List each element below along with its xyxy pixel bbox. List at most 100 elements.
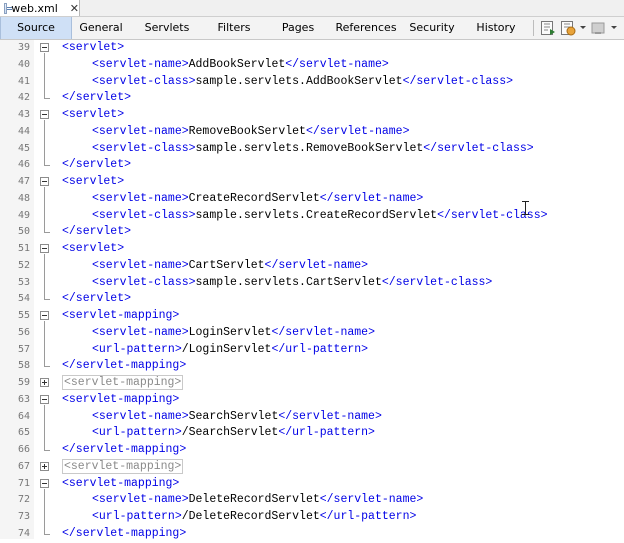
xml-tag: </servlet-class> bbox=[423, 141, 534, 155]
forward-history-icon[interactable] bbox=[560, 20, 576, 36]
collapsed-block[interactable]: <servlet-mapping> bbox=[62, 375, 184, 390]
collapse-fold-icon[interactable] bbox=[40, 244, 49, 253]
tab-servlets[interactable]: Servlets bbox=[136, 17, 198, 39]
text-cursor-icon bbox=[522, 201, 529, 215]
collapse-fold-icon[interactable] bbox=[40, 177, 49, 186]
line-number: 40 bbox=[17, 58, 30, 70]
code-text: <servlet-name>SearchServlet</servlet-nam… bbox=[92, 409, 382, 426]
line-number: 54 bbox=[17, 293, 30, 305]
tag-value: /SearchServlet bbox=[181, 426, 279, 440]
collapse-fold-icon[interactable] bbox=[40, 478, 49, 488]
code-line[interactable]: 43 <servlet> bbox=[0, 107, 624, 124]
code-line[interactable]: 71 <servlet-mapping> bbox=[0, 476, 624, 493]
tag-value: sample.servlets.CartServlet bbox=[195, 275, 382, 289]
code-line[interactable]: 66 </servlet-mapping> bbox=[0, 442, 624, 459]
xml-tag: </servlet-name> bbox=[319, 191, 424, 205]
code-line[interactable]: 53 <servlet-class>sample.servlets.CartSer… bbox=[0, 275, 624, 292]
xml-tag: </servlet-mapping> bbox=[62, 359, 187, 373]
code-line[interactable]: 49 <servlet-class>sample.servlets.CreateR… bbox=[0, 208, 624, 225]
tab-references[interactable]: References bbox=[334, 17, 398, 39]
collapse-fold-icon[interactable] bbox=[40, 394, 49, 404]
xml-tag: <servlet-class> bbox=[92, 208, 196, 222]
code-line[interactable]: 42 </servlet> bbox=[0, 90, 624, 107]
line-number: 59 bbox=[17, 377, 30, 388]
code-line[interactable]: 45 <servlet-class>sample.servlets.RemoveB… bbox=[0, 141, 624, 158]
expand-fold-icon[interactable] bbox=[40, 378, 49, 387]
code-line[interactable]: 50 </servlet> bbox=[0, 224, 624, 241]
xml-tag: </url-pattern> bbox=[319, 510, 417, 523]
code-line[interactable]: 64 <servlet-name>SearchServlet</servlet-n… bbox=[0, 409, 624, 426]
code-line[interactable]: 63 <servlet-mapping> bbox=[0, 392, 624, 409]
code-line[interactable]: 58 </servlet-mapping> bbox=[0, 358, 624, 375]
tab-security[interactable]: Security bbox=[404, 17, 460, 39]
code-text: <servlet> bbox=[62, 241, 124, 258]
code-line[interactable]: 54 </servlet> bbox=[0, 291, 624, 308]
code-text: <servlet-class>sample.servlets.CartServl… bbox=[92, 275, 492, 292]
code-text: <servlet-name>AddBookServlet</servlet-na… bbox=[92, 57, 389, 74]
code-line[interactable]: 44 <servlet-name>RemoveBookServlet</servl… bbox=[0, 124, 624, 141]
fold-guide bbox=[44, 404, 45, 450]
xml-tag: <servlet-name> bbox=[92, 258, 189, 272]
line-number: 48 bbox=[17, 192, 30, 204]
close-tab-icon[interactable]: ✕ bbox=[70, 2, 79, 15]
xml-tag: <servlet> bbox=[62, 108, 125, 121]
collapse-fold-icon[interactable] bbox=[40, 43, 49, 52]
xml-tag: <servlet-class> bbox=[92, 141, 196, 155]
tab-pages[interactable]: Pages bbox=[270, 17, 326, 39]
code-line[interactable]: 47 <servlet> bbox=[0, 174, 624, 191]
line-number: 67 bbox=[17, 460, 30, 472]
line-number: 49 bbox=[17, 209, 30, 221]
line-number: 63 bbox=[17, 393, 30, 405]
collapse-fold-icon[interactable] bbox=[40, 311, 49, 320]
code-line[interactable]: 48 <servlet-name>CreateRecordServlet</ser… bbox=[0, 191, 624, 208]
xml-tag: </servlet-class> bbox=[381, 275, 493, 289]
code-text: <servlet-name>CartServlet</servlet-name> bbox=[92, 258, 368, 275]
tab-general[interactable]: General bbox=[72, 17, 130, 39]
fold-end-tick bbox=[44, 533, 50, 535]
code-text: <servlet-mapping> bbox=[62, 458, 184, 476]
code-editor[interactable]: 39 <servlet> 40 <servlet-name>AddBookServle… bbox=[0, 40, 624, 540]
fold-guide bbox=[44, 187, 45, 233]
tab-filters[interactable]: Filters bbox=[206, 17, 262, 39]
file-tab-web-xml[interactable]: web.xml ✕ bbox=[0, 0, 80, 16]
disabled-action-icon[interactable] bbox=[590, 20, 606, 36]
code-line[interactable]: 65 <url-pattern>/SearchServlet</url-patte… bbox=[0, 425, 624, 442]
code-line[interactable]: 39 <servlet> bbox=[0, 40, 624, 57]
chevron-down-icon[interactable] bbox=[611, 26, 617, 29]
xml-tag: <servlet-name> bbox=[92, 57, 189, 71]
code-line[interactable]: 57 <url-pattern>/LoginServlet</url-patter… bbox=[0, 342, 624, 359]
fold-end-tick bbox=[44, 98, 50, 100]
xml-tag: <servlet-name> bbox=[92, 124, 189, 138]
code-line[interactable]: 40 <servlet-name>AddBookServlet</servlet-… bbox=[0, 57, 624, 74]
line-number: 46 bbox=[17, 159, 30, 171]
code-line[interactable]: 52 <servlet-name>CartServlet</servlet-nam… bbox=[0, 258, 624, 275]
back-history-icon[interactable] bbox=[540, 20, 556, 36]
line-number: 58 bbox=[17, 360, 30, 372]
code-line[interactable]: 74 </servlet-mapping> bbox=[0, 526, 624, 543]
xml-tag: </servlet-mapping> bbox=[62, 526, 187, 540]
collapsed-block[interactable]: <servlet-mapping> bbox=[62, 458, 184, 474]
tab-history[interactable]: History bbox=[468, 17, 524, 39]
expand-fold-icon[interactable] bbox=[40, 461, 49, 471]
code-line[interactable]: 46 </servlet> bbox=[0, 157, 624, 174]
chevron-down-icon[interactable] bbox=[580, 26, 586, 29]
code-line[interactable]: 73 <url-pattern>/DeleteRecordServlet</url… bbox=[0, 509, 624, 526]
tab-source[interactable]: Source bbox=[0, 17, 72, 39]
code-line[interactable]: 41 <servlet-class>sample.servlets.AddBook… bbox=[0, 74, 624, 91]
code-text: </servlet> bbox=[62, 224, 131, 241]
line-number: 66 bbox=[17, 444, 30, 455]
xml-tag: </url-pattern> bbox=[278, 426, 375, 440]
code-line[interactable]: 55 <servlet-mapping> bbox=[0, 308, 624, 325]
line-number: 64 bbox=[17, 410, 30, 422]
tag-value: /DeleteRecordServlet bbox=[181, 510, 320, 523]
code-line[interactable]: 72 <servlet-name>DeleteRecordServlet</ser… bbox=[0, 492, 624, 509]
code-line[interactable]: 67 <servlet-mapping> bbox=[0, 458, 624, 476]
code-text: <servlet-mapping> bbox=[62, 308, 179, 325]
code-line[interactable]: 56 <servlet-name>LoginServlet</servlet-na… bbox=[0, 325, 624, 342]
code-line[interactable]: 51 <servlet> bbox=[0, 241, 624, 258]
xml-tag: <url-pattern> bbox=[92, 510, 182, 523]
xml-tag: <servlet-name> bbox=[92, 493, 189, 507]
collapse-fold-icon[interactable] bbox=[40, 110, 49, 119]
tag-value: CreateRecordServlet bbox=[188, 191, 320, 205]
code-line[interactable]: 59 <servlet-mapping> bbox=[0, 375, 624, 392]
